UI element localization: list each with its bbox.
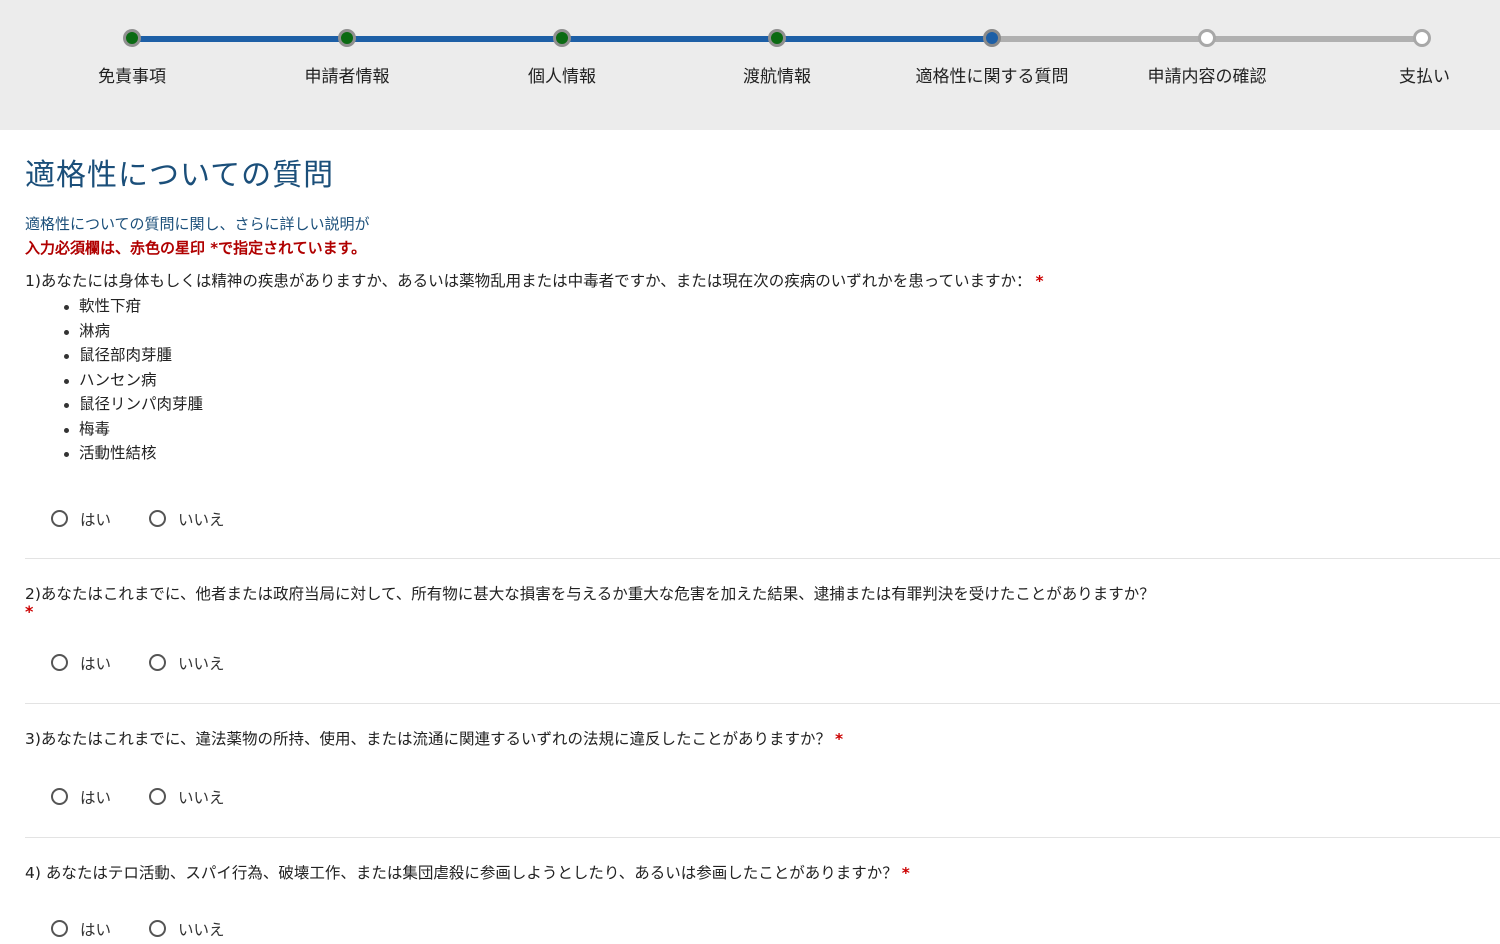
q2-answer-group: はい いいえ — [25, 648, 1500, 678]
radio-button[interactable] — [51, 510, 68, 527]
list-item: ハンセン病 — [64, 368, 1500, 393]
question-4: 4) あなたはテロ活動、スパイ行為、破壊工作、または集団虐殺に参画しようとしたり… — [25, 862, 1500, 884]
required-asterisk: * — [834, 729, 844, 748]
step-pending-dot — [1198, 29, 1216, 47]
progress-stepper: 免責事項 申請者情報 個人情報 渡航情報 適格性に関する質問 申請内容の確認 支… — [0, 0, 1500, 130]
step-label: 適格性に関する質問 — [915, 67, 1069, 87]
step-pending-dot — [1413, 29, 1431, 47]
radio-label: いいえ — [178, 510, 225, 529]
required-asterisk: * — [1035, 272, 1044, 290]
required-fields-note: 入力必須欄は、赤色の星印 *で指定されています。 — [25, 239, 367, 257]
radio-label: いいえ — [178, 920, 225, 939]
list-item: 梅毒 — [64, 417, 1500, 442]
q4-answer-group: はい いいえ — [25, 914, 1500, 944]
radio-button[interactable] — [51, 920, 68, 937]
radio-button[interactable] — [149, 920, 167, 937]
radio-button[interactable] — [149, 788, 167, 805]
eligibility-form: 適格性についての質問 適格性についての質問に関し、さらに詳しい説明が 入力必須欄… — [25, 130, 1500, 944]
list-item: 活動性結核 — [64, 441, 1500, 466]
disease-list: 軟性下疳 淋病 鼠径部肉芽腫 ハンセン病 鼠径リンパ肉芽腫 梅毒 活動性結核 — [25, 294, 1500, 466]
list-item: 鼠径リンパ肉芽腫 — [64, 392, 1500, 417]
question-2: 2)あなたはこれまでに、他者または政府当局に対して、所有物に甚大な損害を与えるか… — [25, 583, 1500, 605]
divider — [25, 702, 1500, 704]
question-text: 4) あなたはテロ活動、スパイ行為、破壊工作、または集団虐殺に参画しようとしたり… — [25, 863, 898, 882]
step-complete-dot — [553, 29, 571, 47]
divider — [25, 836, 1500, 838]
step-complete-dot — [123, 29, 141, 47]
q1-answer-group: はい いいえ — [25, 504, 1500, 534]
required-asterisk: * — [901, 863, 910, 882]
q4-yes-option[interactable]: はい — [51, 918, 111, 940]
page-title: 適格性についての質問 — [25, 158, 335, 193]
radio-button[interactable] — [51, 654, 68, 671]
question-text: 2)あなたはこれまでに、他者または政府当局に対して、所有物に甚大な損害を与えるか… — [25, 584, 1155, 603]
question-3: 3)あなたはこれまでに、違法薬物の所持、使用、または流通に関連するいずれの法規に… — [25, 728, 1500, 750]
radio-button[interactable] — [149, 510, 167, 527]
radio-label: はい — [80, 920, 112, 939]
q1-no-option[interactable]: いいえ — [149, 508, 225, 530]
q3-yes-option[interactable]: はい — [51, 786, 111, 808]
question-1: 1)あなたには身体もしくは精神の疾患がありますか、あるいは薬物乱用または中毒者で… — [25, 270, 1500, 292]
q3-no-option[interactable]: いいえ — [149, 786, 225, 808]
q2-yes-option[interactable]: はい — [51, 652, 111, 674]
radio-label: はい — [80, 510, 112, 529]
step-label: 申請者情報 — [304, 67, 390, 87]
question-text: 3)あなたはこれまでに、違法薬物の所持、使用、または流通に関連するいずれの法規に… — [25, 729, 831, 748]
radio-label: はい — [80, 788, 112, 807]
list-item: 鼠径部肉芽腫 — [64, 343, 1500, 368]
list-item: 淋病 — [64, 319, 1500, 344]
q2-no-option[interactable]: いいえ — [149, 652, 225, 674]
q1-yes-option[interactable]: はい — [51, 508, 111, 530]
help-note: 適格性についての質問に関し、さらに詳しい説明が — [25, 215, 370, 233]
list-item: 軟性下疳 — [64, 294, 1500, 319]
radio-label: いいえ — [178, 788, 225, 807]
step-label: 免責事項 — [98, 67, 166, 87]
q3-answer-group: はい いいえ — [25, 782, 1500, 812]
radio-label: はい — [80, 654, 112, 673]
divider — [25, 557, 1500, 559]
radio-label: いいえ — [178, 654, 225, 673]
radio-button[interactable] — [149, 654, 167, 671]
step-label: 個人情報 — [528, 67, 596, 87]
required-asterisk: * — [25, 601, 34, 621]
step-complete-dot — [338, 29, 356, 47]
radio-button[interactable] — [51, 788, 68, 805]
step-label: 支払い — [1399, 67, 1450, 87]
step-current-dot — [983, 29, 1001, 47]
step-label: 渡航情報 — [743, 67, 811, 87]
q4-no-option[interactable]: いいえ — [149, 918, 225, 940]
step-complete-dot — [768, 29, 786, 47]
question-text: 1)あなたには身体もしくは精神の疾患がありますか、あるいは薬物乱用または中毒者で… — [25, 272, 1032, 290]
